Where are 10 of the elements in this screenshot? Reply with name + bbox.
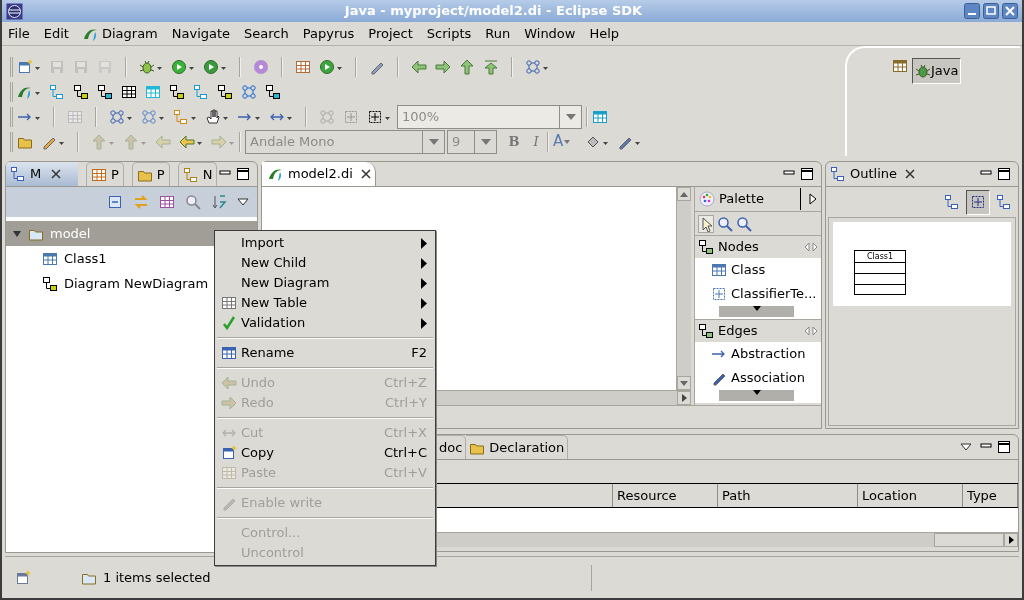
status-text: 1 items selected xyxy=(103,568,211,587)
thumbnail-class-label: Class1 xyxy=(865,251,895,262)
shortcut-label: Ctrl+C xyxy=(383,444,427,463)
window-title: Java - myproject/model2.di - Eclipse SDK xyxy=(344,2,643,21)
shortcut-label: Ctrl+Y xyxy=(385,394,427,413)
shortcut-label: Ctrl+Z xyxy=(384,374,427,393)
palette-title: Palette xyxy=(719,190,765,209)
shortcut-label: F2 xyxy=(411,344,427,363)
shortcut-label: Ctrl+X xyxy=(384,424,427,443)
shortcut-label: Ctrl+V xyxy=(384,464,427,483)
